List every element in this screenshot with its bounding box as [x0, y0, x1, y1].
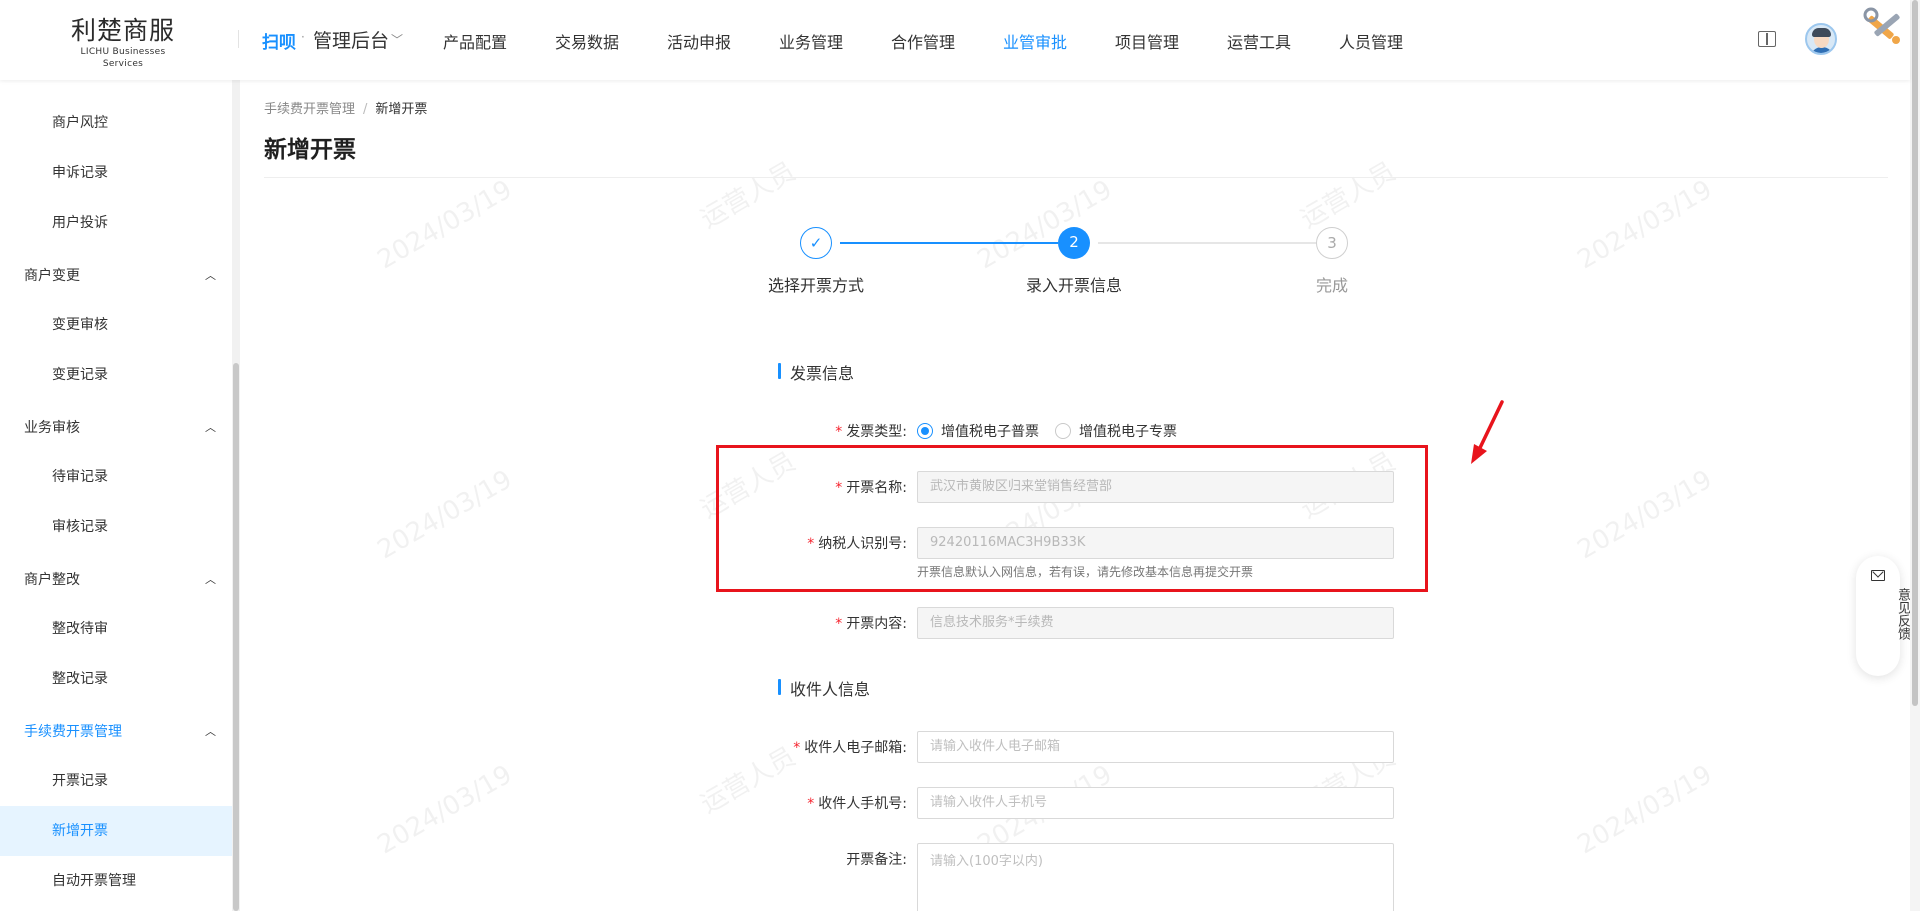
- watermark-date: 2024/03/19: [372, 174, 518, 276]
- step-connector-done: [840, 242, 1058, 244]
- title-divider: [264, 177, 1888, 178]
- watermark-name: 运营人员: [1295, 156, 1401, 235]
- watermark-date: 2024/03/19: [372, 464, 518, 566]
- watermark-date: 2024/03/19: [1572, 464, 1718, 566]
- radio-option-label: 增值税电子专票: [1079, 424, 1177, 440]
- logo-sub-text: LICHU Businesses Services: [80, 47, 166, 69]
- invoice-type-radio-special[interactable]: 增值税电子专票: [1055, 421, 1177, 441]
- sidebar-item-change-review[interactable]: 变更审核: [0, 300, 232, 350]
- invoice-type-label: * 发票类型:: [835, 424, 907, 440]
- sidebar-group-merchant-change[interactable]: 商户变更 ︿: [0, 251, 232, 301]
- radio-option-label: 增值税电子普票: [941, 424, 1039, 440]
- nav-business-approval[interactable]: 业管审批: [1003, 29, 1067, 53]
- sidebar-item-auto-invoice[interactable]: 自动开票管理: [0, 856, 232, 906]
- sidebar-item-rectification-records[interactable]: 整改记录: [0, 654, 232, 704]
- invoice-content-field[interactable]: 信息技术服务*手续费: [917, 607, 1394, 639]
- sidebar-item-invoice-records[interactable]: 开票记录: [0, 756, 232, 806]
- watermark-name: 运营人员: [695, 156, 801, 235]
- sidebar-item-merchant-risk[interactable]: 商户风控: [0, 98, 232, 148]
- step-2-number: 2: [1058, 227, 1090, 259]
- book-icon[interactable]: [1758, 31, 1776, 47]
- chevron-up-icon: ︿: [205, 725, 216, 738]
- tools-icon[interactable]: [1862, 6, 1906, 50]
- page-scrollbar-thumb[interactable]: [1912, 0, 1918, 706]
- breadcrumb-current: 新增开票: [375, 102, 428, 117]
- sidebar-item-new-invoice[interactable]: 新增开票: [0, 806, 232, 856]
- radio-selected-icon: [917, 423, 933, 439]
- step-3-number: 3: [1316, 227, 1348, 259]
- recipient-email-input[interactable]: 请输入收件人电子邮箱: [917, 731, 1394, 763]
- page-scrollbar[interactable]: [1910, 0, 1920, 911]
- step-3-label: 完成: [1315, 276, 1348, 295]
- radio-unselected-icon: [1055, 423, 1071, 439]
- sidebar-scrollbar-thumb[interactable]: [233, 363, 239, 911]
- section-title-recipient-info: 收件人信息: [778, 676, 870, 700]
- feedback-button[interactable]: 意见反馈: [1856, 556, 1910, 676]
- breadcrumb-separator: /: [363, 102, 368, 117]
- sidebar-item-appeal-records[interactable]: 申诉记录: [0, 148, 232, 198]
- brand-mark[interactable]: 扫呗: [262, 28, 296, 53]
- top-header: 利楚商服 LICHU Businesses Services 扫呗 · 管理后台…: [0, 0, 1910, 80]
- sidebar-group-business-review[interactable]: 业务审核 ︿: [0, 403, 232, 453]
- sidebar-group-label: 商户变更: [24, 268, 80, 284]
- nav-project-management[interactable]: 项目管理: [1115, 29, 1179, 53]
- chevron-down-icon: ﹀: [391, 33, 404, 47]
- sidebar-item-change-records[interactable]: 变更记录: [0, 350, 232, 400]
- step-1-check-icon: ✓: [800, 227, 832, 259]
- sidebar-item-rectification-pending[interactable]: 整改待审: [0, 604, 232, 654]
- header-divider: [238, 30, 239, 48]
- watermark-date: 2024/03/19: [972, 174, 1118, 276]
- sidebar-group-label: 商户整改: [24, 572, 80, 588]
- sidebar: 商户风控 申诉记录 用户投诉 商户变更 ︿ 变更审核 变更记录 业务审核 ︿ 待…: [0, 80, 232, 911]
- annotation-highlight-box: [716, 445, 1428, 592]
- nav-transaction-data[interactable]: 交易数据: [555, 29, 619, 53]
- chevron-up-icon: ︿: [205, 421, 216, 434]
- invoice-remark-label: 开票备注:: [846, 852, 907, 868]
- nav-business-management[interactable]: 业务管理: [779, 29, 843, 53]
- chevron-up-icon: ︿: [205, 573, 216, 586]
- recipient-email-label: * 收件人电子邮箱:: [793, 740, 907, 756]
- invoice-type-radio-normal[interactable]: 增值税电子普票: [917, 421, 1039, 441]
- nav-activity-report[interactable]: 活动申报: [667, 29, 731, 53]
- logo[interactable]: 利楚商服 LICHU Businesses Services: [60, 16, 186, 70]
- admin-menu-label: 管理后台: [313, 30, 390, 52]
- admin-menu-dropdown[interactable]: 管理后台 ﹀: [313, 26, 403, 53]
- sidebar-group-label: 业务审核: [24, 420, 80, 436]
- mail-icon: [1871, 570, 1885, 581]
- sidebar-group-fee-invoice[interactable]: 手续费开票管理 ︿: [0, 707, 232, 757]
- logo-main-text: 利楚商服: [70, 16, 175, 45]
- nav-operation-tools[interactable]: 运营工具: [1227, 29, 1291, 53]
- breadcrumb-parent[interactable]: 手续费开票管理: [264, 102, 355, 117]
- step-1-label: 选择开票方式: [767, 276, 864, 295]
- step-connector-pending: [1098, 242, 1316, 244]
- watermark-date: 2024/03/19: [1572, 174, 1718, 276]
- nav-staff-management[interactable]: 人员管理: [1339, 29, 1403, 53]
- invoice-content-label: * 开票内容:: [835, 616, 907, 632]
- sidebar-group-label: 手续费开票管理: [24, 724, 122, 740]
- watermark-date: 2024/03/19: [372, 759, 518, 861]
- recipient-phone-label: * 收件人手机号:: [807, 796, 907, 812]
- feedback-label: 意见反馈: [1895, 588, 1910, 640]
- brand-dot: ·: [301, 30, 305, 44]
- page-title: 新增开票: [264, 137, 356, 163]
- step-2-label: 录入开票信息: [1025, 276, 1122, 295]
- avatar[interactable]: [1805, 23, 1837, 55]
- invoice-remark-textarea[interactable]: 请输入(100字以内): [917, 843, 1394, 911]
- annotation-arrow-icon: [1471, 400, 1504, 464]
- section-title-invoice-info: 发票信息: [778, 360, 854, 384]
- main-content: 运营人员 2024/03/19 运营人员 2024/03/19 运营人员 202…: [240, 80, 1910, 911]
- breadcrumb: 手续费开票管理 / 新增开票: [264, 98, 427, 117]
- chevron-up-icon: ︿: [205, 269, 216, 282]
- sidebar-item-user-complaints[interactable]: 用户投诉: [0, 198, 232, 248]
- sidebar-scrollbar[interactable]: [232, 80, 240, 911]
- recipient-phone-input[interactable]: 请输入收件人手机号: [917, 787, 1394, 819]
- sidebar-item-review-records[interactable]: 审核记录: [0, 502, 232, 552]
- watermark-date: 2024/03/19: [1572, 759, 1718, 861]
- nav-cooperation-management[interactable]: 合作管理: [891, 29, 955, 53]
- sidebar-group-merchant-rectification[interactable]: 商户整改 ︿: [0, 555, 232, 605]
- sidebar-item-pending-review[interactable]: 待审记录: [0, 452, 232, 502]
- nav-product-config[interactable]: 产品配置: [443, 29, 507, 53]
